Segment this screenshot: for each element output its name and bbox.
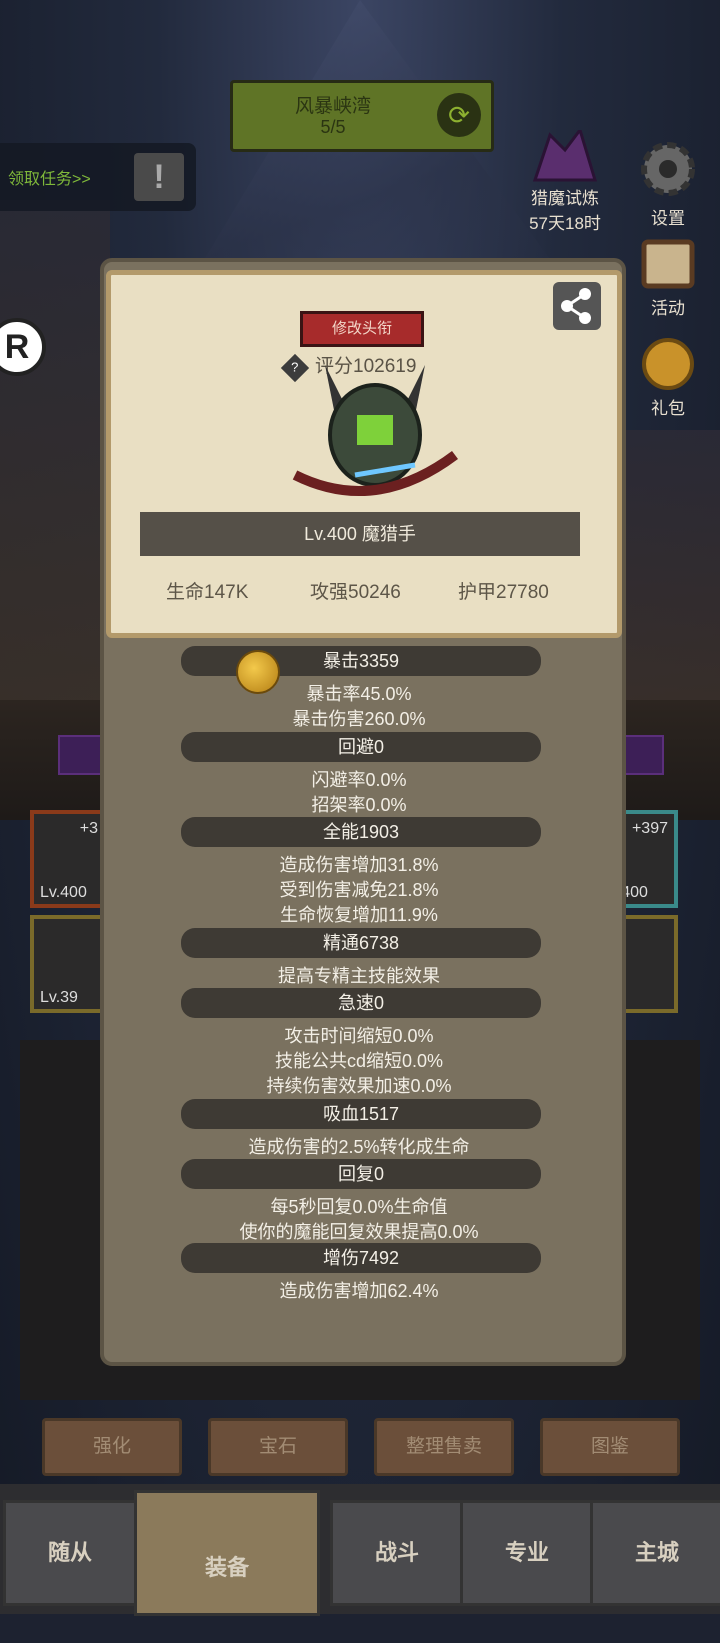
attr-line: 造成伤害的2.5%转化成生命 (248, 1137, 470, 1157)
attr-header-regen: 回复0 (181, 1159, 541, 1189)
nav-main-city[interactable]: 主城 (590, 1500, 720, 1606)
gift-icon (642, 338, 694, 390)
gift-button[interactable]: 礼包 (628, 336, 708, 419)
hp-stat: 生命147K (166, 582, 249, 603)
attr-header-mastery: 精通6738 (181, 928, 541, 958)
attr-line: 受到伤害减免21.8% (279, 880, 439, 900)
character-portrait (292, 365, 458, 496)
gift-label: 礼包 (651, 399, 685, 418)
settings-label: 设置 (651, 209, 685, 228)
hunt-trial-label: 猎魔试炼 (531, 189, 599, 208)
settings-button[interactable]: 设置 (628, 136, 708, 229)
equipment-slot-left-top[interactable]: +3 Lv.400 (30, 810, 108, 908)
refresh-icon[interactable]: ⟳ (437, 93, 481, 137)
attr-line: 招架率0.0% (311, 795, 407, 815)
attr-header-leech: 吸血1517 (181, 1099, 541, 1129)
zone-name: 风暴峡湾 (294, 96, 371, 117)
task-label[interactable]: 领取任务>> (8, 165, 91, 189)
background-castle-left (0, 200, 110, 720)
hunt-trial-time: 57天18时 (529, 214, 601, 233)
attr-header-versatility: 全能1903 (181, 817, 541, 847)
gem-button[interactable]: 宝石 (208, 1418, 348, 1476)
attr-line: 使你的魔能回复效果提高0.0% (239, 1222, 479, 1242)
attr-line: 提高专精主技能效果 (278, 966, 440, 986)
edit-title-button[interactable]: 修改头衔 (300, 311, 424, 347)
equip-level: Lv.400 (40, 884, 87, 901)
attr-line: 暴击伤害260.0% (292, 709, 426, 729)
scroll-icon (641, 239, 695, 289)
attr-line: 生命恢复增加11.9% (280, 905, 438, 925)
nav-profession[interactable]: 专业 (460, 1500, 594, 1606)
activity-button[interactable]: 活动 (628, 236, 708, 319)
sort-sell-button[interactable]: 整理售卖 (374, 1418, 514, 1476)
armor-stat: 护甲27780 (458, 582, 549, 603)
attr-line: 技能公共cd缩短0.0% (274, 1051, 444, 1071)
equip-plus: +397 (631, 820, 668, 837)
bat-wing-icon (532, 130, 598, 182)
attr-line: 造成伤害增加31.8% (279, 855, 439, 875)
share-icon (561, 288, 591, 324)
nav-battle[interactable]: 战斗 (330, 1500, 464, 1606)
equip-level: Lv.39 (40, 989, 78, 1006)
equip-plus: +3 (79, 820, 98, 837)
attr-line: 暴击率45.0% (306, 684, 412, 704)
equipment-slot-left-bottom[interactable]: Lv.39 (30, 915, 108, 1013)
share-button[interactable] (553, 282, 601, 330)
attack-stat: 攻强50246 (310, 582, 401, 603)
zone-panel[interactable]: 风暴峡湾 5/5 ⟳ (230, 80, 494, 152)
character-name: Lv.400 魔猎手 (140, 512, 580, 556)
activity-label: 活动 (651, 299, 685, 318)
attr-header-crit: 暴击3359 (181, 646, 541, 676)
enhance-button[interactable]: 强化 (42, 1418, 182, 1476)
attr-line: 闪避率0.0% (311, 770, 407, 790)
attr-header-damage-bonus: 增伤7492 (181, 1243, 541, 1273)
task-bar[interactable]: 领取任务>> ! (0, 143, 196, 211)
nav-equipment[interactable]: 装备 (134, 1490, 320, 1616)
hunt-trial-button[interactable]: 猎魔试炼 57天18时 (520, 130, 610, 234)
alert-icon[interactable]: ! (134, 153, 184, 201)
nav-followers[interactable]: 随从 (3, 1500, 137, 1606)
codex-button[interactable]: 图鉴 (540, 1418, 680, 1476)
attr-line: 造成伤害增加62.4% (279, 1281, 439, 1301)
attr-line: 每5秒回复0.0%生命值 (270, 1197, 448, 1217)
attr-line: 攻击时间缩短0.0% (284, 1026, 434, 1046)
attr-header-dodge: 回避0 (181, 732, 541, 762)
attr-line: 持续伤害效果加速0.0% (266, 1076, 452, 1096)
attr-header-haste: 急速0 (181, 988, 541, 1018)
zone-progress: 5/5 (320, 117, 346, 137)
gear-icon (641, 142, 695, 196)
